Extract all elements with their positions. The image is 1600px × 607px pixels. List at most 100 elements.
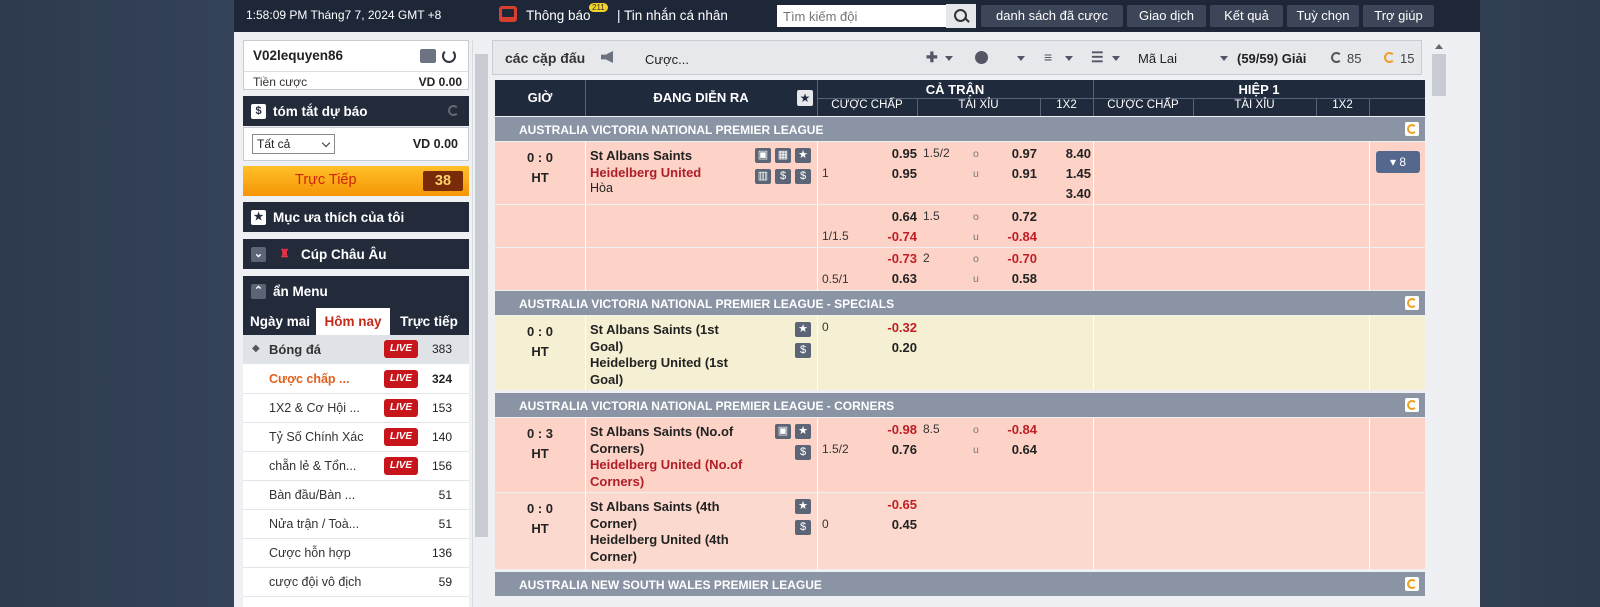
- help-button[interactable]: Trợ giúp: [1363, 5, 1434, 27]
- refresh-icon[interactable]: [1405, 398, 1419, 412]
- sport-icon[interactable]: [975, 51, 988, 64]
- euro-header[interactable]: ⌄ Cúp Châu Âu ♜: [243, 239, 469, 269]
- star-icon[interactable]: ★: [795, 499, 811, 514]
- tab-today[interactable]: Hôm nay: [316, 308, 390, 335]
- star-icon[interactable]: ★: [795, 424, 811, 439]
- odds[interactable]: 0.95: [875, 166, 917, 181]
- odds[interactable]: 0.76: [875, 442, 917, 457]
- dollar-icon[interactable]: $: [775, 169, 791, 184]
- favorites-header[interactable]: ★ Mục ưa thích của tôi: [243, 202, 469, 232]
- sort-icon[interactable]: ≡: [1044, 49, 1052, 65]
- scroll-up-icon[interactable]: [1435, 44, 1443, 49]
- tab-tomorrow[interactable]: Ngày mai: [245, 308, 315, 335]
- odds[interactable]: 0.63: [875, 271, 917, 286]
- odds[interactable]: -0.74: [875, 229, 917, 244]
- odds[interactable]: 0.45: [875, 517, 917, 532]
- odds[interactable]: 8.40: [1045, 146, 1091, 161]
- star-icon[interactable]: ★: [795, 322, 811, 337]
- cash-out-icon[interactable]: $: [795, 169, 811, 184]
- summary-select[interactable]: Tất cả: [252, 134, 335, 154]
- menu-item-first-goal[interactable]: Bàn đầu/Bàn ... 51: [243, 481, 469, 510]
- chevron-down-icon[interactable]: [1065, 56, 1073, 61]
- transactions-button[interactable]: Giao dịch: [1127, 5, 1206, 27]
- stats-icon[interactable]: ▦: [775, 148, 791, 163]
- refresh-icon[interactable]: [1384, 52, 1395, 63]
- league-header[interactable]: AUSTRALIA VICTORIA NATIONAL PREMIER LEAG…: [495, 291, 1425, 315]
- odds[interactable]: 1.45: [1045, 166, 1091, 181]
- league-header[interactable]: AUSTRALIA NEW SOUTH WALES PREMIER LEAGUE: [495, 572, 1425, 596]
- menu-item-handicap[interactable]: Cược chấp ... LIVE 324: [243, 365, 469, 394]
- odds[interactable]: -0.32: [875, 320, 917, 335]
- chevron-down-icon[interactable]: [945, 56, 953, 61]
- refresh-icon[interactable]: [1405, 577, 1419, 591]
- odds[interactable]: -0.70: [995, 251, 1037, 266]
- tab-live[interactable]: Trực tiếp: [391, 308, 467, 335]
- menu-item-soccer[interactable]: ◆ Bóng đá LIVE 383: [243, 335, 469, 364]
- odds[interactable]: -0.98: [875, 422, 917, 437]
- left-scroll-thumb[interactable]: [475, 54, 488, 537]
- bet-type-select[interactable]: Cược...: [645, 52, 689, 67]
- menu-item-half-full[interactable]: Nửa trận / Toà... 51: [243, 510, 469, 539]
- messages-link[interactable]: | Tin nhắn cá nhân: [617, 8, 728, 23]
- odds[interactable]: 3.40: [1045, 186, 1091, 201]
- expand-icon[interactable]: ⌄: [251, 247, 266, 262]
- odds[interactable]: -0.84: [995, 422, 1037, 437]
- tv-icon[interactable]: ▣: [775, 424, 791, 439]
- refresh-icon[interactable]: [448, 105, 459, 116]
- hidemenu-header[interactable]: ⌃ ẩn Menu: [243, 276, 469, 306]
- collapse-icon[interactable]: ⌃: [251, 284, 266, 299]
- menu-item-odd-even[interactable]: chẵn lẻ & Tổn... LIVE 156: [243, 452, 469, 481]
- bet-list-button[interactable]: danh sách đã cược: [981, 5, 1123, 27]
- mail-icon[interactable]: [420, 49, 436, 63]
- left-scrollbar[interactable]: [472, 40, 489, 607]
- odds[interactable]: 0.91: [995, 166, 1037, 181]
- refresh-icon[interactable]: [1405, 296, 1419, 310]
- search-input[interactable]: [777, 5, 946, 27]
- refresh-icon[interactable]: [1331, 52, 1342, 63]
- odds[interactable]: 0.20: [875, 340, 917, 355]
- right-scrollbar[interactable]: [1430, 40, 1448, 607]
- odds[interactable]: 0.72: [995, 209, 1037, 224]
- star-icon[interactable]: ★: [795, 148, 811, 163]
- odds[interactable]: 0.64: [995, 442, 1037, 457]
- live-button[interactable]: Trực Tiếp 38: [243, 166, 469, 196]
- speaker-icon[interactable]: [601, 51, 613, 63]
- hdp-line: 1/1.5: [822, 229, 849, 243]
- refresh-icon[interactable]: [1405, 122, 1419, 136]
- odds-format-select[interactable]: Mã Lai: [1138, 51, 1177, 66]
- dollar-icon[interactable]: $: [795, 445, 811, 460]
- star-icon[interactable]: ★: [797, 90, 813, 106]
- menu-item-parlay[interactable]: Cược hỗn hợp 136: [243, 539, 469, 568]
- chart-icon[interactable]: ▥: [755, 169, 771, 184]
- odds[interactable]: -0.84: [995, 229, 1037, 244]
- options-button[interactable]: Tuỳ chọn: [1287, 5, 1359, 27]
- odds[interactable]: 0.95: [875, 146, 917, 161]
- odds[interactable]: -0.65: [875, 497, 917, 512]
- dollar-icon[interactable]: $: [795, 343, 811, 358]
- odds[interactable]: 0.64: [875, 209, 917, 224]
- odds[interactable]: -0.73: [875, 251, 917, 266]
- league-header[interactable]: AUSTRALIA VICTORIA NATIONAL PREMIER LEAG…: [495, 117, 1425, 141]
- chevron-down-icon[interactable]: [1017, 56, 1025, 61]
- refresh-icon[interactable]: [442, 49, 456, 63]
- add-icon[interactable]: ✚: [926, 49, 938, 66]
- menu-item-outright[interactable]: cược đội vô địch 59: [243, 568, 469, 597]
- odds[interactable]: 0.58: [995, 271, 1037, 286]
- tv-icon[interactable]: ▣: [755, 148, 771, 163]
- search-icon[interactable]: [946, 4, 976, 28]
- league-header[interactable]: AUSTRALIA VICTORIA NATIONAL PREMIER LEAG…: [495, 393, 1425, 417]
- summary-header[interactable]: $ tóm tắt dự báo: [243, 96, 469, 126]
- cell: [1094, 205, 1370, 247]
- right-scroll-thumb[interactable]: [1432, 54, 1446, 96]
- notice-link[interactable]: Thông báo: [526, 8, 591, 23]
- chevron-down-icon[interactable]: [1220, 56, 1228, 61]
- menu-item-correct-score[interactable]: Tỷ Số Chính Xác LIVE 140: [243, 423, 469, 452]
- menu-item-1x2[interactable]: 1X2 & Cơ Hội ... LIVE 153: [243, 394, 469, 423]
- list-view-icon[interactable]: ☰: [1091, 49, 1104, 66]
- chevron-down-icon[interactable]: [1112, 56, 1120, 61]
- more-bets-button[interactable]: ▾ 8: [1376, 151, 1420, 173]
- odds[interactable]: 0.97: [995, 146, 1037, 161]
- results-button[interactable]: Kết quả: [1210, 5, 1283, 27]
- league-count[interactable]: (59/59) Giải: [1237, 51, 1306, 66]
- dollar-icon[interactable]: $: [795, 520, 811, 535]
